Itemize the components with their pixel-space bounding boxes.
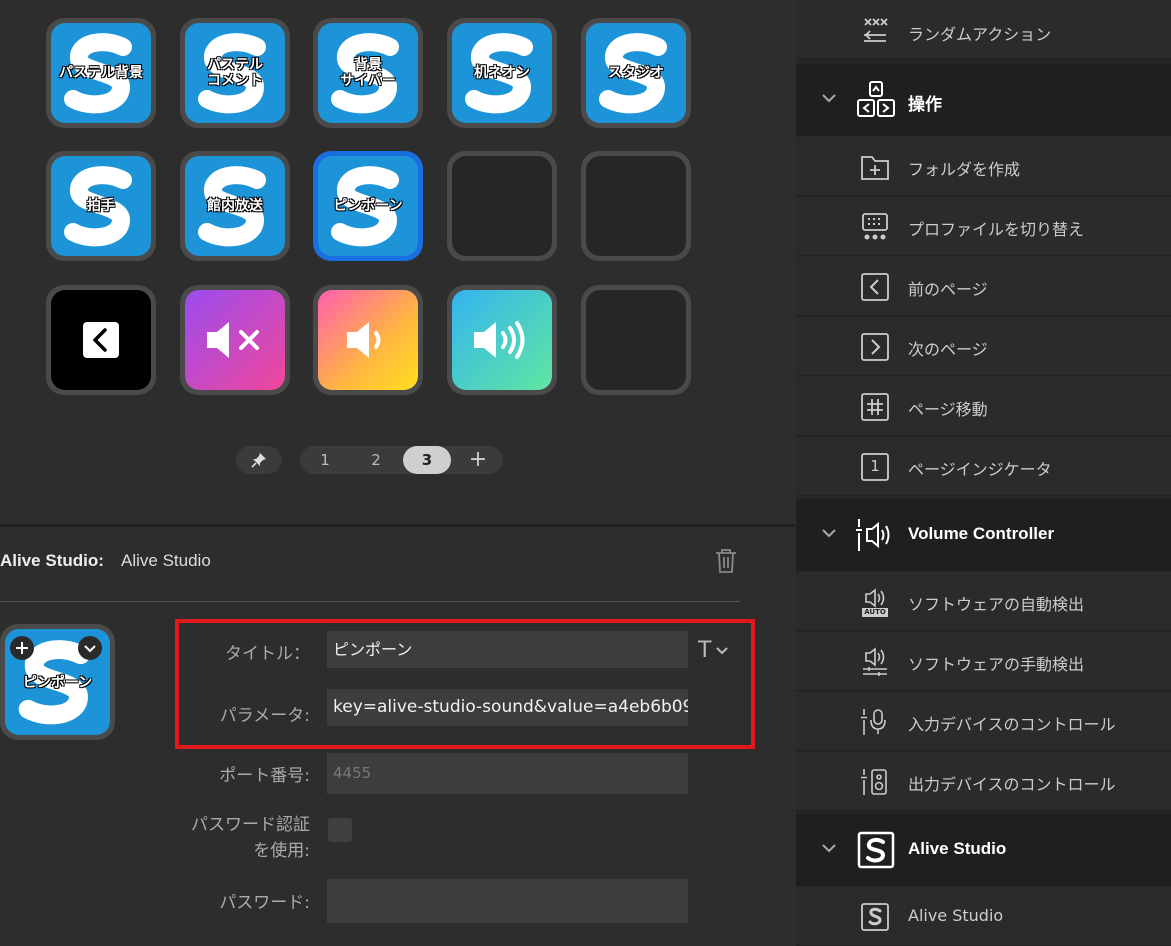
- action-previous-page[interactable]: 前のページ: [796, 257, 1171, 316]
- key-applause[interactable]: 拍手: [46, 151, 156, 261]
- action-next-page[interactable]: 次のページ: [796, 317, 1171, 376]
- speaker-box-icon: [859, 766, 891, 798]
- group-alive-studio[interactable]: Alive Studio: [796, 814, 1171, 886]
- action-create-folder[interactable]: フォルダを作成: [796, 137, 1171, 196]
- action-input-device[interactable]: 入力デバイスのコントロール: [796, 692, 1171, 751]
- key-background-cyber[interactable]: 背景 サイバー: [313, 18, 423, 128]
- action-alive-studio[interactable]: Alive Studio: [796, 887, 1171, 946]
- volume-controller-icon: [855, 515, 897, 555]
- action-manual-detect[interactable]: ソフトウェアの手動検出: [796, 632, 1171, 691]
- key-label: 拍手: [87, 198, 115, 214]
- profile-switch-icon: [859, 211, 891, 243]
- key-pastel-comment[interactable]: パステル コメント: [180, 18, 290, 128]
- operations-icon: [855, 80, 897, 120]
- chevron-down-icon: [822, 529, 836, 538]
- chevron-left-box-icon: [859, 271, 891, 303]
- separator: [0, 601, 740, 602]
- trash-icon: [716, 549, 736, 573]
- port-input[interactable]: 4455: [327, 753, 688, 794]
- key-preview-label: ピンポーン: [22, 675, 93, 691]
- speaker-auto-icon: AUTO: [859, 586, 891, 618]
- add-state-button[interactable]: [10, 636, 34, 660]
- group-volume-controller[interactable]: Volume Controller: [796, 499, 1171, 571]
- delete-button[interactable]: [714, 548, 738, 578]
- key-empty[interactable]: [447, 151, 557, 261]
- key-label: 背景 サイバー: [340, 57, 396, 89]
- random-action-icon: [859, 14, 891, 46]
- alive-studio-icon: [859, 901, 891, 933]
- action-name: Alive Studio: [121, 551, 211, 570]
- chevron-down-icon: [84, 645, 96, 653]
- action-random[interactable]: ランダムアクション: [796, 0, 1171, 59]
- page-switcher: 1 2 3 +: [300, 446, 503, 474]
- password-input[interactable]: [327, 879, 688, 923]
- plus-icon: [16, 642, 28, 654]
- page-1-button[interactable]: 1: [310, 446, 340, 474]
- microphone-icon: [859, 706, 891, 738]
- key-studio[interactable]: スタジオ: [581, 18, 691, 128]
- action-page-indicator[interactable]: 1 ページインジケータ: [796, 437, 1171, 496]
- hash-box-icon: [859, 391, 891, 423]
- speaker-mute-icon: [207, 322, 259, 358]
- chevron-down-icon: [822, 844, 836, 853]
- action-output-device[interactable]: 出力デバイスのコントロール: [796, 752, 1171, 811]
- action-list: ランダムアクション 操作 フォルダを作成 プロファイルを切り替え 前のページ 次…: [796, 0, 1171, 946]
- key-mute[interactable]: [180, 285, 290, 395]
- key-pinpon-selected[interactable]: ピンポーン: [313, 151, 423, 261]
- password-auth-checkbox[interactable]: [328, 818, 352, 842]
- speaker-high-icon: [474, 321, 525, 359]
- key-label: 館内放送: [207, 198, 263, 214]
- page-indicator-icon: 1: [859, 451, 891, 483]
- pin-button[interactable]: [236, 446, 282, 474]
- chevron-down-icon: [822, 94, 836, 103]
- key-volume-up[interactable]: [447, 285, 557, 395]
- folder-plus-icon: [859, 151, 891, 183]
- group-operations[interactable]: 操作: [796, 64, 1171, 136]
- page-3-button[interactable]: 3: [403, 446, 451, 474]
- key-label: パステル コメント: [207, 57, 263, 89]
- highlight-box: [175, 619, 755, 749]
- password-label: パスワード:: [219, 893, 310, 913]
- key-announcement[interactable]: 館内放送: [180, 151, 290, 261]
- key-label: パステル背景: [59, 65, 143, 81]
- key-previous-page[interactable]: [46, 285, 156, 395]
- action-switch-profile[interactable]: プロファイルを切り替え: [796, 197, 1171, 256]
- chevron-right-box-icon: [859, 331, 891, 363]
- speaker-low-icon: [347, 322, 381, 358]
- add-page-button[interactable]: +: [463, 446, 493, 474]
- pin-icon: [251, 453, 266, 468]
- action-go-to-page[interactable]: ページ移動: [796, 377, 1171, 436]
- alive-studio-logo-icon: [855, 830, 897, 870]
- key-label: スタジオ: [608, 65, 664, 81]
- speaker-manual-icon: [859, 646, 891, 678]
- key-preview[interactable]: ピンポーン: [0, 624, 115, 740]
- page-2-button[interactable]: 2: [361, 446, 391, 474]
- panel-divider[interactable]: [0, 524, 795, 527]
- key-label: 机ネオン: [474, 65, 530, 81]
- key-desk-neon[interactable]: 机ネオン: [447, 18, 557, 128]
- chevron-left-icon: [83, 322, 119, 358]
- plugin-name-label: Alive Studio:: [0, 551, 104, 570]
- key-empty[interactable]: [581, 285, 691, 395]
- state-menu-button[interactable]: [78, 636, 102, 660]
- key-empty[interactable]: [581, 151, 691, 261]
- key-label: ピンポーン: [333, 198, 403, 214]
- canvas-area: パステル背景 パステル コメント 背景 サイバー 机ネオン スタジオ 拍手 館内…: [0, 0, 795, 940]
- key-pastel-background[interactable]: パステル背景: [46, 18, 156, 128]
- key-volume-down[interactable]: [313, 285, 423, 395]
- port-label: ポート番号:: [219, 766, 310, 786]
- password-auth-label: パスワード認証 を使用:: [191, 815, 310, 861]
- action-auto-detect[interactable]: AUTO ソフトウェアの自動検出: [796, 572, 1171, 631]
